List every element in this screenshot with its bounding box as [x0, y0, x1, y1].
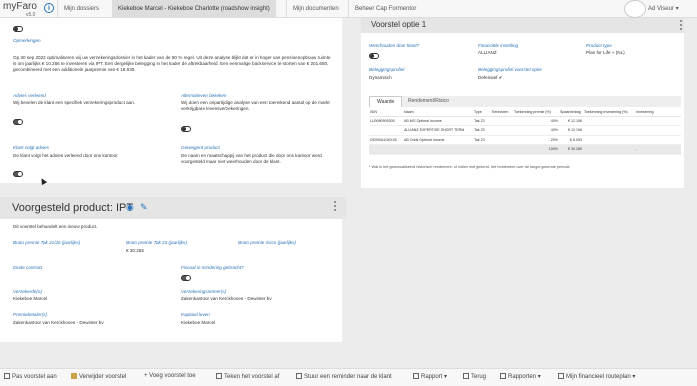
col-toekenning-premie: Toekenning premie (%) — [513, 109, 559, 117]
tab-rendement-risico[interactable]: Rendement/Risico — [401, 96, 456, 107]
bruto-23-label: Bruto premie Tak 23 (jaarlijks) — [126, 240, 187, 245]
rapport-button[interactable]: Rapport ▾ — [413, 373, 447, 380]
verwijder-voorstel-button[interactable]: Verwijder voorstel — [71, 373, 126, 380]
top-navigation: myFaro v5.0 i Mijn dossiers Kiekeboe Mar… — [0, 0, 697, 18]
col-naam: Naam — [403, 109, 473, 117]
chevron-down-icon: ▾ — [444, 374, 448, 380]
chevron-down-icon: ▾ — [632, 374, 636, 380]
table-row: LU0080909305 AB MG Optimal Income Tak 23… — [369, 116, 681, 126]
geweigerd-label: Geweigerd product — [181, 145, 220, 150]
profiel-voorstel-value: Defensief ✔ — [478, 75, 503, 80]
chevron-down-icon: ▾ — [537, 374, 541, 380]
tab-beheer[interactable]: Beheer Cap Formentor — [348, 0, 422, 18]
advies-text: Wij bevelen de klant een specifiek verze… — [13, 100, 136, 105]
bruto-2126-label: Bruto premie Tak 21/26 (jaarlijks) — [13, 240, 81, 245]
alternatieven-label: Alternatieven bekeken — [181, 93, 227, 98]
fiscaal-toggle[interactable] — [181, 275, 191, 281]
einde-contract-label: Einde contract — [13, 265, 43, 270]
premiebetaler-label: Premiebetaler(s) — [13, 312, 47, 317]
pas-voorstel-aan-button[interactable]: Pas voorstel aan — [4, 373, 57, 380]
verzekerde-value: Kiekeboe Marcel — [13, 296, 48, 301]
product-title: Voorgesteld product: IPT — [12, 202, 134, 214]
bruto-risico-label: Bruto premie risico (jaarlijks) — [238, 240, 296, 245]
opmerkingen-label: Opmerkingen — [13, 38, 41, 43]
profiel-label: Beleggingsprofiel — [369, 67, 405, 72]
col-investering: Investering — [635, 109, 681, 117]
tab-mijn-dossiers[interactable]: Mijn dossiers — [57, 0, 105, 18]
table-row: DE000A1G6X45 AB Odds Optimal Income Tak … — [369, 135, 681, 145]
instelling-value: ALLIANZ — [478, 50, 497, 55]
back-icon — [463, 373, 469, 379]
verzekeringsnemer-value: Zakenkantoor van Kerckhoven - Dewinter b… — [181, 296, 272, 301]
tab-dossier-kiekeboe[interactable]: Kiekeboe Marcel - Kiekeboe Charlotte (ro… — [112, 0, 276, 18]
klant-toggle[interactable] — [13, 171, 23, 177]
chevron-down-icon: ▾ — [675, 6, 679, 12]
alternatieven-toggle[interactable] — [181, 126, 191, 132]
geweigerd-text: De naam en maatschappij van het product … — [181, 153, 322, 165]
opmerkingen-text: Op 30 sep 2022 optimaliseren wij uw verz… — [13, 55, 331, 73]
col-isin: ISIN — [369, 109, 403, 117]
tab-waarde[interactable]: Waarde — [369, 96, 403, 107]
alternatieven-text: Wij doen een onpartijdige analyse van ee… — [181, 100, 330, 112]
table-total-row: 100% € 30.265 - — [369, 144, 681, 155]
edit-icon — [4, 373, 10, 379]
verzekeringsnemer-label: Verzekeringsnemer(s) — [181, 289, 227, 294]
app-logo[interactable]: myFaro — [3, 1, 37, 12]
voeg-voorstel-toe-button[interactable]: + Voeg voorstel toe — [144, 373, 196, 379]
product-header: Voorgesteld product: IPT ◉ ✎ — [0, 197, 347, 219]
voorstel-title: Voorstel optie 1 — [371, 20, 427, 29]
kapitaal-label: Kapitaal leven — [181, 312, 210, 317]
stuur-reminder-button[interactable]: Stuur een reminder naar de klant — [296, 373, 392, 380]
klant-text: De klant volgt het advies verleend door … — [13, 153, 118, 158]
table-row: ALLIANZ EXPERTISE SHORT TERM Tak 23 40% … — [369, 125, 681, 136]
teken-voorstel-af-button[interactable]: Teken het voorstel af — [216, 373, 279, 380]
kapitaal-value: Kiekeboe Marcel — [181, 320, 216, 325]
col-toekenning-investering: Toekenning Investering (%) — [583, 109, 635, 117]
opmerkingen-toggle[interactable] — [13, 26, 23, 32]
col-type: Type — [473, 109, 491, 117]
eye-icon[interactable]: ◉ — [126, 202, 134, 213]
route-icon — [558, 373, 564, 379]
bruto-23-value: € 30.265 — [126, 248, 144, 253]
send-icon — [296, 373, 302, 379]
advies-label: Advies verleend — [13, 93, 46, 98]
col-eenheden: Eenheden — [491, 109, 513, 117]
kebab-menu-icon[interactable] — [334, 201, 337, 213]
info-icon[interactable]: i — [44, 3, 54, 13]
klant-label: Klant volgt advies — [13, 145, 50, 150]
avatar[interactable] — [624, 0, 646, 18]
premiebetaler-value: Zakenkantoor van Kerckhoven - Dewinter b… — [13, 320, 104, 325]
advies-toggle[interactable] — [13, 119, 23, 125]
tab-mijn-documenten[interactable]: Mijn documenten — [286, 0, 345, 18]
verzekerde-label: Verzekerde(n) — [13, 289, 42, 294]
trash-icon — [71, 373, 77, 379]
table-footnote: * Wat is het geannualiseerd historisch r… — [369, 165, 571, 169]
weerhouden-toggle[interactable] — [369, 53, 379, 59]
print-icon — [413, 373, 419, 379]
bottom-toolbar: Pas voorstel aan Verwijder voorstel + Vo… — [0, 368, 697, 386]
product-subtitle: Dit voorstel behandelt een nieuw product… — [13, 224, 98, 229]
rapporten-button[interactable]: Rapporten ▾ — [500, 373, 541, 380]
pen-icon — [216, 373, 222, 379]
col-spaarbedrag: Spaarbedrag — [559, 109, 583, 117]
instelling-label: Financiële instelling — [478, 43, 519, 48]
terug-button[interactable]: Terug — [463, 373, 486, 380]
fiscaal-label: Fiscaal in mindering gebracht? — [181, 265, 244, 270]
user-menu[interactable]: Ad Viseur ▾ — [648, 5, 679, 12]
edit-icon[interactable]: ✎ — [140, 202, 148, 213]
document-icon — [500, 373, 506, 379]
profiel-value: Dynamisch — [369, 75, 392, 80]
producttype-value: Plan for Life + (NL) — [586, 50, 625, 55]
financieel-routeplan-button[interactable]: Mijn financieel routeplan ▾ — [558, 373, 635, 380]
profiel-voorstel-label: Beleggingsprofiel voorstel optie — [478, 67, 542, 72]
fondsen-table: ISIN Naam Type Eenheden Toekenning premi… — [369, 109, 681, 155]
kebab-menu-icon[interactable] — [680, 20, 683, 32]
weerhouden-label: Weerhouden door klant? — [369, 43, 420, 48]
producttype-label: Product type — [586, 43, 612, 48]
